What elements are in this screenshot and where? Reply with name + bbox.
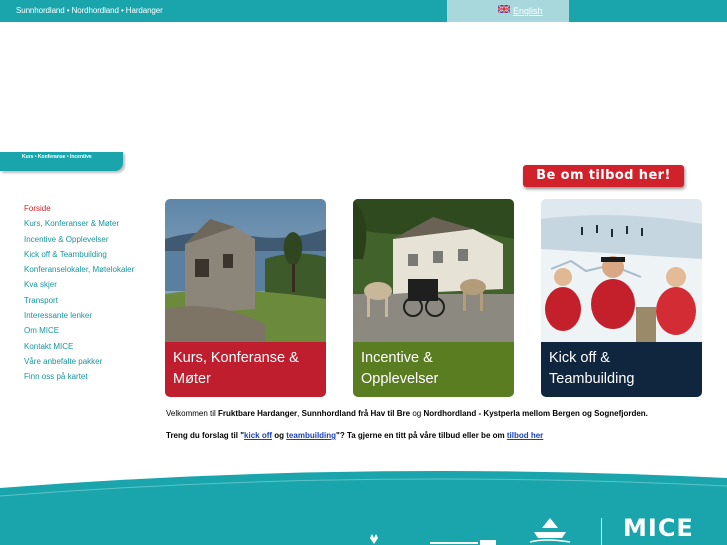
- horse-carriage-photo: [353, 199, 514, 342]
- suggestion-text: Treng du forslag til "kick off og teambu…: [166, 431, 544, 440]
- region-list: Sunnhordland • Nordhordland • Hardanger: [16, 6, 163, 15]
- glacier-hikers-photo: [541, 199, 702, 342]
- mice-logo: MICE: [623, 514, 694, 542]
- top-bar: Sunnhordland • Nordhordland • Hardanger …: [0, 0, 727, 22]
- nav-item-kva-skjer[interactable]: Kva skjer: [24, 277, 134, 292]
- nav-item-konferanselokaler[interactable]: Konferanselokaler, Møtelokaler: [24, 262, 134, 277]
- card-kick-off-label: Kick off & Teambuilding: [541, 342, 702, 397]
- sidebar-nav: Forside Kurs, Konferanser & Møter Incent…: [24, 201, 134, 385]
- welcome-text: Velkommen til Fruktbare Hardanger, Sunnh…: [166, 409, 648, 418]
- nav-item-pakker[interactable]: Våre anbefalte pakker: [24, 354, 134, 369]
- nav-item-incentive[interactable]: Incentive & Opplevelser: [24, 232, 134, 247]
- card-kick-off[interactable]: Kick off & Teambuilding: [541, 199, 702, 397]
- nav-item-forside[interactable]: Forside: [24, 201, 134, 216]
- card-kurs-konferanse[interactable]: Kurs, Konferanse & Møter: [165, 199, 326, 397]
- request-offer-button[interactable]: Be om tilbod her!: [523, 165, 684, 187]
- stone-house-photo: [165, 199, 326, 342]
- nav-item-kart[interactable]: Finn oss på kartet: [24, 369, 134, 384]
- teambuilding-link[interactable]: teambuilding: [286, 431, 336, 440]
- category-tab-text: Kurs • Konferanse • Incentive: [22, 154, 92, 160]
- uk-flag-icon: [498, 5, 510, 13]
- footer: MICE: [0, 466, 727, 545]
- nav-item-kontakt[interactable]: Kontakt MICE: [24, 339, 134, 354]
- card-incentive-label: Incentive & Opplevelser: [353, 342, 514, 397]
- language-switcher[interactable]: English: [447, 0, 569, 22]
- nav-item-kurs-konferanser[interactable]: Kurs, Konferanser & Møter: [24, 216, 134, 231]
- kick-off-link[interactable]: kick off: [244, 431, 272, 440]
- nav-item-om-mice[interactable]: Om MICE: [24, 323, 134, 338]
- nav-item-kick-off[interactable]: Kick off & Teambuilding: [24, 247, 134, 262]
- nav-item-lenker[interactable]: Interessante lenker: [24, 308, 134, 323]
- card-incentive[interactable]: Incentive & Opplevelser: [353, 199, 514, 397]
- english-link[interactable]: English: [513, 6, 543, 16]
- category-tab: Kurs • Konferanse • Incentive: [0, 152, 123, 171]
- card-kurs-label: Kurs, Konferanse & Møter: [165, 342, 326, 397]
- offer-link[interactable]: tilbod her: [507, 431, 543, 440]
- nav-item-transport[interactable]: Transport: [24, 293, 134, 308]
